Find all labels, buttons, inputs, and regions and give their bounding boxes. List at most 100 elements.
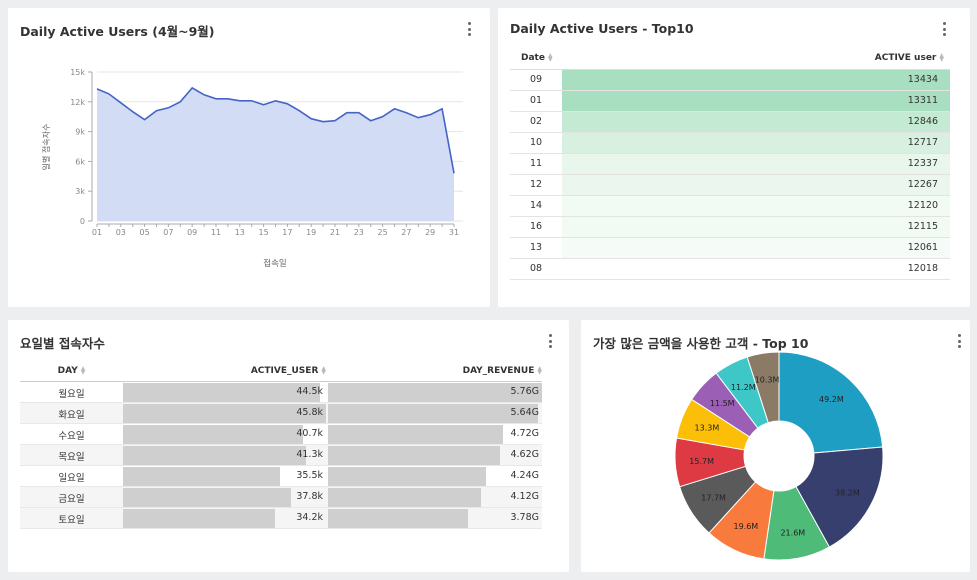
date-cell: 01 — [530, 95, 543, 106]
table-row: 토요일 34.2k 3.78G — [20, 508, 542, 529]
active-user-cell: 13434 — [907, 74, 938, 85]
day-cell: 금요일 — [58, 494, 85, 505]
day-revenue-value: 5.64G — [510, 407, 539, 418]
x-tick-label: 31 — [449, 228, 459, 237]
date-cell: 02 — [530, 116, 543, 127]
weekday-table-header: DAY ▲ ▼ ACTIVE_USER ▲ ▼ DAY_REVENUE ▲ ▼ — [20, 361, 542, 382]
active-user-bar — [123, 488, 291, 507]
table-row: 02 12846 — [510, 112, 950, 133]
weekday-menu-icon[interactable] — [544, 334, 556, 348]
day-revenue-value: 3.78G — [510, 512, 539, 523]
active-user-cell: 12018 — [907, 263, 938, 274]
day-cell: 수요일 — [58, 431, 85, 442]
col-active-user-header[interactable]: ACTIVE_USER ▲ ▼ — [251, 364, 326, 376]
x-tick-label: 27 — [401, 228, 411, 237]
y-tick-label: 12k — [70, 98, 85, 107]
table-row: 10 12717 — [510, 133, 950, 154]
heat-cell — [562, 154, 950, 174]
x-tick-label: 29 — [425, 228, 435, 237]
weekday-title: 요일별 접속자수 — [20, 336, 105, 351]
y-axis-label: 일별 접속자수 — [41, 124, 51, 171]
y-tick-label: 0 — [80, 217, 85, 226]
table-row: 목요일 41.3k 4.62G — [20, 445, 542, 466]
date-cell: 12 — [530, 179, 543, 190]
x-tick-label: 17 — [282, 228, 292, 237]
active-user-value: 35.5k — [296, 470, 323, 481]
active-user-bar — [123, 467, 281, 486]
x-tick-label: 11 — [211, 228, 221, 237]
active-user-bar — [123, 446, 307, 465]
day-cell: 토요일 — [58, 515, 85, 526]
top10-title: Daily Active Users - Top10 — [510, 21, 694, 36]
sort-icon: ▲ ▼ — [321, 364, 326, 376]
donut-title: 가장 많은 금액을 사용한 고객 - Top 10 — [593, 336, 809, 351]
col-date-header[interactable]: Date ▲ ▼ — [521, 51, 553, 63]
heat-cell — [562, 196, 950, 216]
date-cell: 11 — [530, 158, 543, 169]
top10-table-header: Date ▲ ▼ ACTIVE user ▲ ▼ — [510, 48, 950, 70]
active-user-cell: 12337 — [907, 158, 938, 169]
heat-cell — [562, 70, 950, 90]
x-axis-label: 접속일 — [263, 258, 286, 269]
day-revenue-bar — [328, 488, 482, 507]
table-row: 14 12120 — [510, 196, 950, 217]
top10-menu-icon[interactable] — [938, 22, 950, 36]
table-row: 01 13311 — [510, 91, 950, 112]
table-row: 13 12061 — [510, 238, 950, 259]
sort-icon: ▲ ▼ — [80, 364, 86, 376]
date-cell: 13 — [530, 242, 543, 253]
active-user-value: 45.8k — [296, 407, 323, 418]
date-cell: 09 — [530, 74, 543, 85]
day-cell: 화요일 — [58, 410, 85, 421]
table-row: 08 12018 — [510, 259, 950, 280]
day-revenue-value: 4.24G — [510, 470, 539, 481]
day-cell: 월요일 — [58, 389, 85, 400]
y-tick-label: 9k — [75, 128, 85, 137]
heat-cell — [562, 259, 950, 279]
col-active-header[interactable]: ACTIVE user ▲ ▼ — [875, 51, 944, 63]
active-user-cell: 12115 — [907, 221, 938, 232]
x-tick-label: 13 — [235, 228, 245, 237]
day-revenue-value: 4.12G — [510, 491, 539, 502]
day-cell: 목요일 — [58, 452, 85, 463]
x-tick-label: 15 — [259, 228, 269, 237]
heat-cell — [562, 112, 950, 132]
sort-icon: ▲ ▼ — [547, 51, 553, 63]
table-row: 월요일 44.5k 5.76G — [20, 382, 542, 403]
x-tick-label: 21 — [330, 228, 340, 237]
heat-cell — [562, 238, 950, 258]
day-revenue-bar — [328, 467, 486, 486]
active-user-cell: 12717 — [907, 137, 938, 148]
heat-cell — [562, 133, 950, 153]
day-revenue-bar — [328, 509, 469, 528]
day-revenue-value: 5.76G — [510, 386, 539, 397]
active-user-cell: 13311 — [907, 95, 938, 106]
date-cell: 08 — [530, 263, 543, 274]
active-user-bar — [123, 383, 321, 402]
active-user-value: 37.8k — [296, 491, 323, 502]
x-tick-label: 19 — [306, 228, 316, 237]
x-tick-label: 03 — [116, 228, 126, 237]
x-tick-label: 05 — [140, 228, 150, 237]
day-revenue-value: 4.72G — [510, 428, 539, 439]
active-user-value: 40.7k — [296, 428, 323, 439]
x-tick-label: 23 — [354, 228, 364, 237]
day-revenue-value: 4.62G — [510, 449, 539, 460]
day-revenue-bar — [328, 425, 504, 444]
date-cell: 10 — [530, 137, 543, 148]
table-row: 12 12267 — [510, 175, 950, 196]
table-row: 16 12115 — [510, 217, 950, 238]
x-tick-label: 25 — [378, 228, 388, 237]
table-row: 수요일 40.7k 4.72G — [20, 424, 542, 445]
donut-menu-icon[interactable] — [953, 334, 965, 348]
y-tick-label: 6k — [75, 157, 85, 166]
x-tick-label: 09 — [187, 228, 197, 237]
sort-icon: ▲ ▼ — [939, 51, 944, 63]
active-user-cell: 12846 — [907, 116, 938, 127]
table-row: 금요일 37.8k 4.12G — [20, 487, 542, 508]
table-row: 11 12337 — [510, 154, 950, 175]
day-revenue-bar — [328, 404, 538, 423]
col-day-header[interactable]: DAY ▲ ▼ — [20, 364, 123, 376]
x-tick-label: 01 — [92, 228, 102, 237]
col-day-revenue-header[interactable]: DAY_REVENUE ▲ ▼ — [463, 365, 542, 376]
